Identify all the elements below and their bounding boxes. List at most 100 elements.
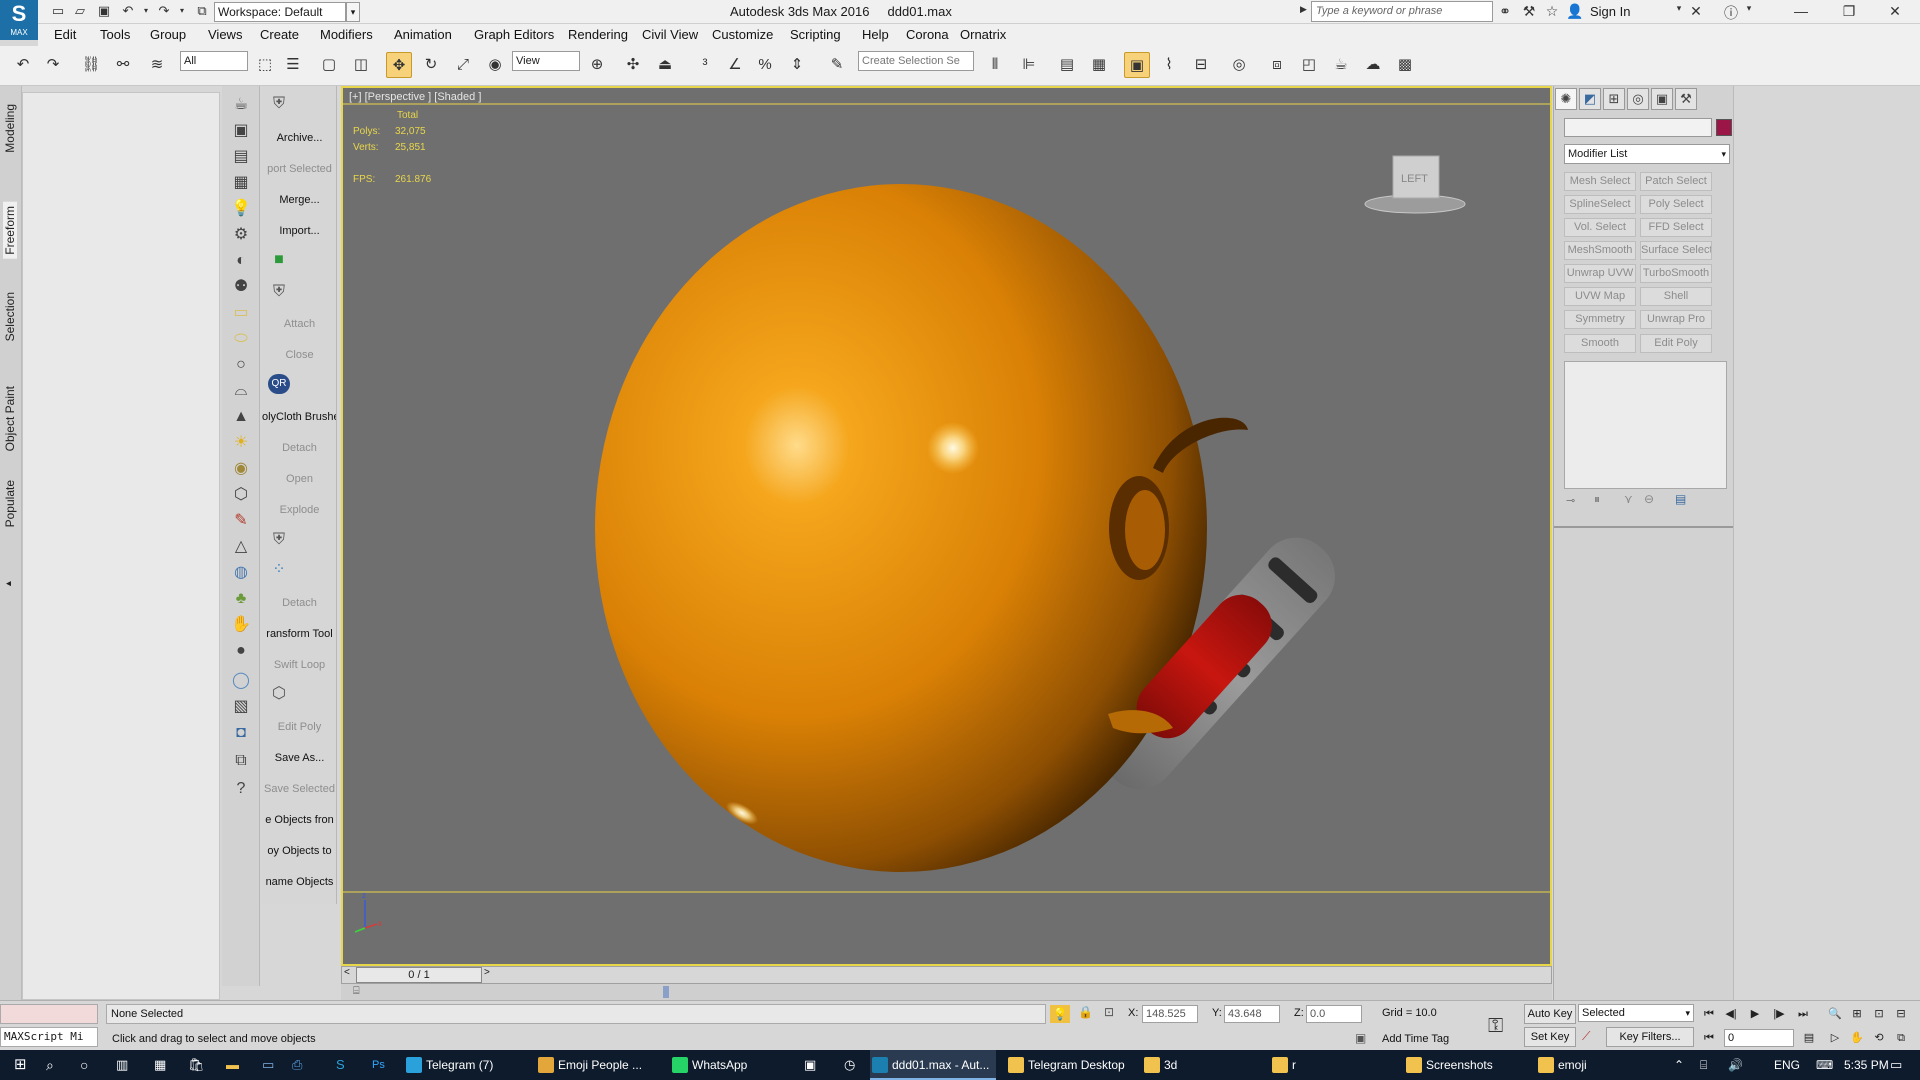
make-unique-icon[interactable]: ⋎ <box>1624 492 1633 506</box>
dots-icon[interactable]: ⁘ <box>268 560 290 580</box>
rectangle-selection-icon[interactable]: ▢ <box>316 52 342 78</box>
photoshop-icon[interactable]: Ps <box>372 1050 385 1080</box>
close-button[interactable]: ✕ <box>1872 0 1918 24</box>
toggle-ribbon-icon[interactable]: ▦ <box>1086 52 1112 78</box>
menu-group[interactable]: Group <box>150 27 186 42</box>
display-tab-icon[interactable]: ▣ <box>1651 88 1673 110</box>
grid-table-icon[interactable]: ▦ <box>229 172 253 194</box>
named-selection-input[interactable]: Create Selection Se <box>858 51 974 71</box>
taskbar-item-ddd01-max-aut[interactable]: ddd01.max - Aut... <box>870 1050 996 1080</box>
question-icon[interactable]: ? <box>229 778 253 800</box>
redo-dropdown-icon[interactable]: ▾ <box>174 3 190 19</box>
globe-icon[interactable]: ◍ <box>229 562 253 584</box>
add-time-tag-button[interactable]: Add Time Tag <box>1382 1033 1449 1045</box>
start-windows-icon[interactable]: ⊞ <box>14 1050 27 1080</box>
task-view-icon[interactable]: ▥ <box>116 1050 128 1080</box>
menu-corona[interactable]: Corona <box>906 27 949 42</box>
ribbon-tab-selection[interactable]: Selection <box>3 292 17 341</box>
scene-explorer-icon[interactable]: ▣ <box>1124 52 1150 78</box>
open-file-icon[interactable]: ▱ <box>72 3 88 19</box>
curve-editor-icon[interactable]: ⌇ <box>1156 52 1182 78</box>
sign-in-button[interactable]: Sign In <box>1590 4 1630 19</box>
menu-help[interactable]: Help <box>862 27 889 42</box>
key-mode-toggle-icon[interactable]: ⏮ <box>1700 1029 1718 1047</box>
sign-in-dropdown-icon[interactable]: ▾ <box>1670 3 1688 14</box>
merge-button[interactable]: Merge... <box>262 194 336 206</box>
menu-animation[interactable]: Animation <box>394 27 452 42</box>
play-forward-icon[interactable]: ▷ <box>1826 1029 1844 1047</box>
menu-modifiers[interactable]: Modifiers <box>320 27 373 42</box>
auto-key-button[interactable]: Auto Key <box>1524 1004 1576 1024</box>
modify-tab-icon[interactable]: ◩ <box>1579 88 1601 110</box>
time-slider-thumb[interactable]: 0 / 1 <box>356 967 482 983</box>
calculator-icon[interactable]: ▤ <box>229 146 253 168</box>
monitor-icon[interactable]: ▭ <box>262 1050 274 1080</box>
render-production-icon[interactable]: ☕ <box>1328 52 1354 78</box>
schematic-view-icon[interactable]: ⊟ <box>1188 52 1214 78</box>
sun-icon[interactable]: ☀ <box>229 432 253 454</box>
viewport-label-menu[interactable]: [+] [Perspective ] [Shaded ] <box>349 91 481 103</box>
reference-coordinate-dropdown[interactable]: View <box>512 51 580 71</box>
modifier-button-vol-select[interactable]: Vol. Select <box>1564 218 1636 237</box>
rename-objects-button[interactable]: name Objects <box>262 876 336 888</box>
detach-button-2[interactable]: Detach <box>262 597 336 609</box>
hierarchy-tab-icon[interactable]: ⊞ <box>1603 88 1625 110</box>
save-as-button[interactable]: Save As... <box>262 752 336 764</box>
pan-icon[interactable]: ✋ <box>1848 1029 1866 1047</box>
workspace-dropdown[interactable]: Workspace: Default <box>214 2 346 22</box>
selection-lock-icon[interactable]: 🔒 <box>1078 1005 1093 1019</box>
modifier-stack[interactable] <box>1564 361 1727 489</box>
modifier-button-mesh-select[interactable]: Mesh Select <box>1564 172 1636 191</box>
orbit-icon[interactable]: ⟲ <box>1870 1029 1888 1047</box>
x-coord-field[interactable]: 148.525 <box>1142 1005 1198 1023</box>
mirror-icon[interactable]: ⫴ <box>982 52 1008 78</box>
store-icon[interactable]: 🛍 <box>188 1050 205 1080</box>
goto-end-icon[interactable]: ⏭ <box>1794 1005 1812 1023</box>
remove-modifier-icon[interactable]: ⊖ <box>1644 492 1654 506</box>
modifier-button-surface-select[interactable]: Surface Select <box>1640 241 1712 260</box>
z-coord-field[interactable]: 0.0 <box>1306 1005 1362 1023</box>
menu-views[interactable]: Views <box>208 27 242 42</box>
zoom-extents-icon[interactable]: ⊡ <box>1870 1005 1888 1023</box>
key-selection-dropdown[interactable]: Selected ▾ <box>1578 1004 1694 1022</box>
link-icon[interactable]: ⛓ <box>78 52 104 78</box>
taskbar-item-whatsapp[interactable]: WhatsApp <box>670 1050 796 1080</box>
absolute-mode-icon[interactable]: ⊡ <box>1104 1005 1114 1019</box>
language-indicator[interactable]: ENG <box>1774 1050 1800 1080</box>
explode-button[interactable]: Explode <box>262 504 336 516</box>
modifier-button-edit-poly[interactable]: Edit Poly <box>1640 334 1712 353</box>
modifier-button-smooth[interactable]: Smooth <box>1564 334 1636 353</box>
isolate-selection-icon[interactable]: 💡 <box>1050 1005 1070 1023</box>
rock-icon[interactable]: ● <box>229 640 253 662</box>
modifier-button-turbosmooth[interactable]: TurboSmooth <box>1640 264 1712 283</box>
configure-modifier-sets-icon[interactable]: ▤ <box>1675 492 1686 506</box>
object-color-swatch[interactable] <box>1716 119 1732 136</box>
next-frame-icon[interactable]: |▶ <box>1770 1005 1788 1023</box>
redo-tool-icon[interactable]: ↷ <box>40 52 66 78</box>
subscription-icon[interactable]: ⚒ <box>1520 3 1538 20</box>
coin-icon[interactable]: ◉ <box>229 458 253 480</box>
zoom-extents-all-icon[interactable]: ⊟ <box>1892 1005 1910 1023</box>
material-editor-icon[interactable]: ◎ <box>1226 52 1252 78</box>
spinner-snap-icon[interactable]: ⇕ <box>784 52 810 78</box>
light-bulb-icon[interactable]: 💡 <box>229 198 253 220</box>
map-icon[interactable]: ▧ <box>229 696 253 718</box>
trackbar-toggle-icon[interactable]: ⌸ <box>353 985 360 998</box>
goto-start-icon[interactable]: ⏮ <box>1700 1005 1718 1023</box>
paint-bucket-icon[interactable]: ◘ <box>229 722 253 744</box>
rendered-frame-window-icon[interactable]: ◰ <box>1296 52 1322 78</box>
taskbar-item-3d[interactable]: 3d <box>1142 1050 1262 1080</box>
skype-icon[interactable]: S <box>336 1050 345 1080</box>
select-and-place-icon[interactable]: ◉ <box>482 52 508 78</box>
utilities-tab-icon[interactable]: ⚒ <box>1675 88 1697 110</box>
modifier-button-unwrap-uvw[interactable]: Unwrap UVW <box>1564 264 1636 283</box>
time-prev-icon[interactable]: < <box>344 967 350 978</box>
cube-stack-icon[interactable]: ⬡ <box>229 484 253 506</box>
modifier-button-ffd-select[interactable]: FFD Select <box>1640 218 1712 237</box>
modifier-button-shell[interactable]: Shell <box>1640 287 1712 306</box>
menu-rendering[interactable]: Rendering <box>568 27 628 42</box>
close-spline-button[interactable]: Close <box>262 349 336 361</box>
paste-objects-from-button[interactable]: e Objects fron <box>262 814 336 826</box>
volume-icon[interactable]: 🔊 <box>1728 1050 1743 1080</box>
y-coord-field[interactable]: 43.648 <box>1224 1005 1280 1023</box>
